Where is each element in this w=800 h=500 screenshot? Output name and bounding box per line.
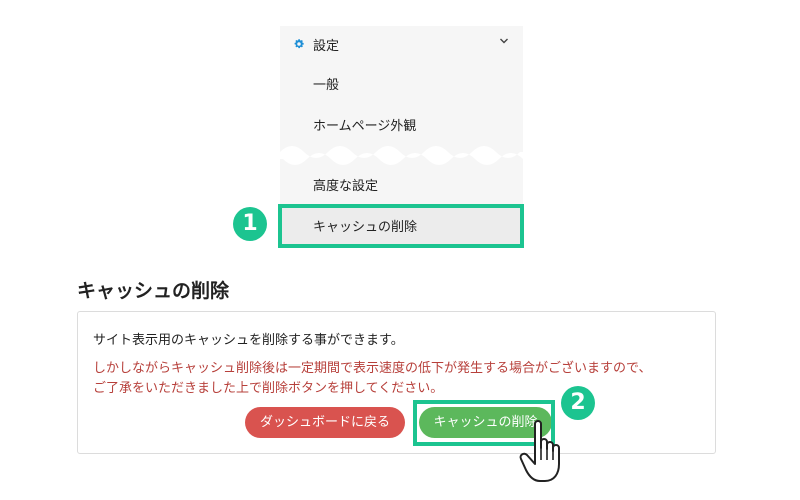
- info-text: サイト表示用のキャッシュを削除する事ができます。: [93, 333, 404, 348]
- warning-line-1: しかしながらキャッシュ削除後は一定期間で表示速度の低下が発生する場合がございます…: [93, 361, 652, 376]
- step-badge-2: 2: [561, 386, 595, 420]
- clear-cache-panel: サイト表示用のキャッシュを削除する事ができます。 しかしながらキャッシュ削除後は…: [77, 311, 716, 454]
- section-title: キャッシュの削除: [77, 280, 230, 302]
- omission-wave-divider: [280, 146, 523, 165]
- step-badge-1: 1: [233, 207, 267, 241]
- back-to-dashboard-button[interactable]: ダッシュボードに戻る: [245, 407, 405, 438]
- highlight-frame-menu: [278, 204, 524, 248]
- menu-item-general[interactable]: 一般: [313, 74, 339, 93]
- menu-item-advanced-settings[interactable]: 高度な設定: [313, 175, 378, 194]
- settings-menu-title: 設定: [313, 39, 340, 54]
- menu-item-homepage-appearance[interactable]: ホームページ外観: [313, 115, 416, 134]
- gear-icon: [294, 39, 304, 49]
- settings-menu-header[interactable]: 設定: [280, 26, 523, 62]
- hand-pointer-icon: [519, 420, 560, 482]
- chevron-down-icon[interactable]: [499, 37, 509, 45]
- screen: 設定 一般 ホームページ外観 高度な設定 キャッシュの削除 1 キャッシュの削除…: [0, 0, 800, 500]
